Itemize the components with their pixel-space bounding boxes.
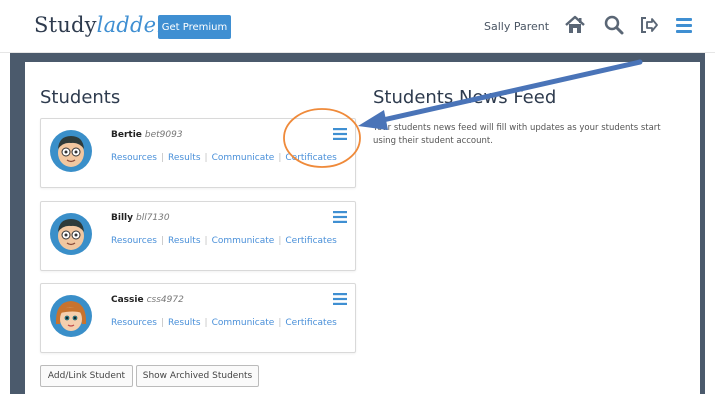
logo-accent-text: ladder [96, 13, 167, 37]
news-feed-message: Your students news feed will fill with u… [373, 123, 661, 146]
student-username: bet9093 [144, 130, 183, 140]
show-archived-students-button[interactable]: Show Archived Students [136, 365, 259, 387]
resources-link[interactable]: Resources [111, 236, 157, 246]
student-username: css4972 [146, 295, 184, 305]
news-feed-heading: Students News Feed [373, 87, 557, 108]
certificates-link[interactable]: Certificates [285, 318, 336, 328]
student-menu-icon[interactable] [333, 293, 347, 305]
boy-avatar-icon [50, 213, 92, 255]
studyladder-logo[interactable]: Studyladder [34, 13, 166, 37]
communicate-link[interactable]: Communicate [212, 318, 275, 328]
certificates-link[interactable]: Certificates [285, 236, 336, 246]
results-link[interactable]: Results [168, 318, 201, 328]
student-name: Billy bll7130 [111, 213, 170, 223]
student-menu-icon[interactable] [333, 211, 347, 223]
results-link[interactable]: Results [168, 236, 201, 246]
student-menu-icon[interactable] [333, 128, 347, 140]
student-card: Billy bll7130 Resources | Results | Communica… [40, 201, 356, 271]
student-name: Bertie bet9093 [111, 130, 183, 140]
student-card: Cassie css4972 Resources | Results | Communic… [40, 283, 356, 353]
add-link-student-button[interactable]: Add/Link Student [40, 365, 133, 387]
girl-avatar-icon [50, 295, 92, 337]
student-links: Resources | Results | Communicate | Certificat… [111, 236, 337, 246]
user-name-link[interactable]: Sally Parent [484, 20, 549, 33]
student-username: bll7130 [135, 213, 170, 223]
home-icon[interactable] [564, 14, 586, 36]
student-name: Cassie css4972 [111, 295, 184, 305]
results-link[interactable]: Results [168, 153, 201, 163]
certificates-link[interactable]: Certificates [285, 153, 336, 163]
top-navigation-bar: Studyladder Get Premium Sally Parent [0, 0, 715, 53]
get-premium-button[interactable]: Get Premium [158, 15, 231, 39]
sign-out-icon[interactable] [638, 14, 660, 36]
boy-avatar-icon [50, 130, 92, 172]
hamburger-menu-icon[interactable] [673, 14, 695, 36]
resources-link[interactable]: Resources [111, 318, 157, 328]
student-card: Bertie bet9093 Resources | Results | Communic… [40, 118, 356, 188]
student-links: Resources | Results | Communicate | Certificat… [111, 318, 337, 328]
student-links: Resources | Results | Communicate | Certificat… [111, 153, 337, 163]
students-heading: Students [40, 87, 121, 108]
communicate-link[interactable]: Communicate [212, 153, 275, 163]
search-icon[interactable] [603, 14, 625, 36]
resources-link[interactable]: Resources [111, 153, 157, 163]
logo-main-text: Study [34, 13, 97, 37]
communicate-link[interactable]: Communicate [212, 236, 275, 246]
